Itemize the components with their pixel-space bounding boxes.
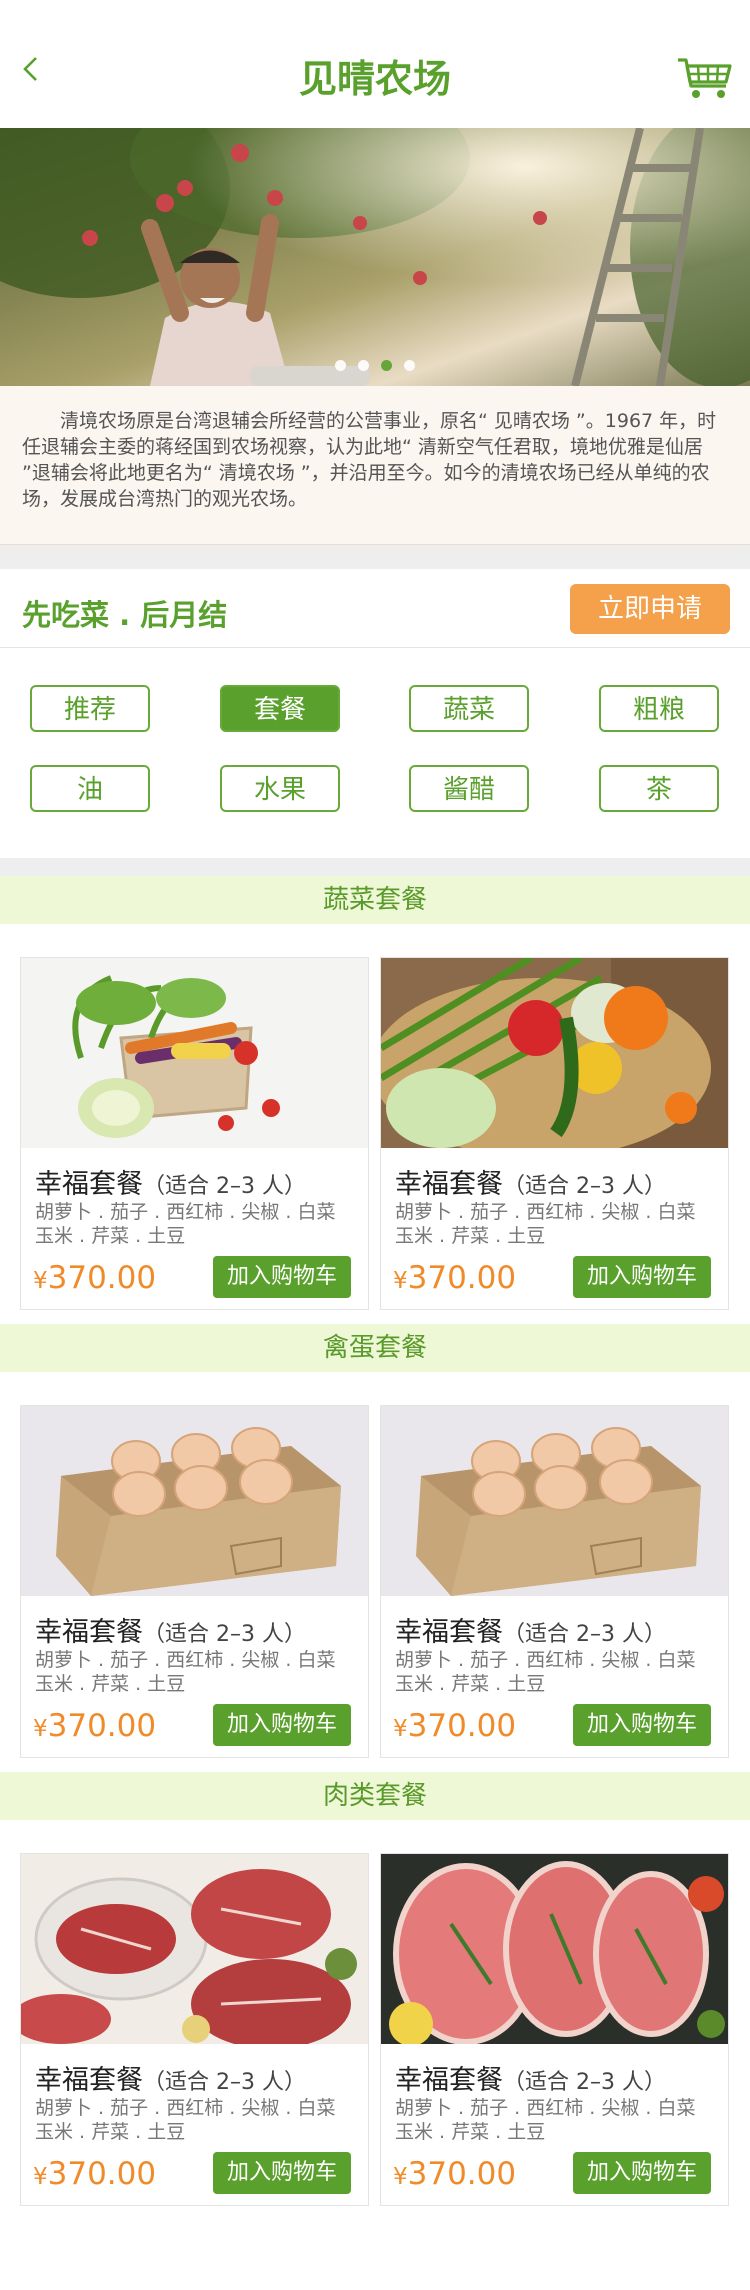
apply-now-button[interactable]: 立即申请 (570, 584, 730, 634)
currency-symbol: ¥ (33, 1716, 48, 1742)
add-to-cart-button[interactable]: 加入购物车 (213, 2152, 351, 2194)
product-title: 幸福套餐 (35, 2065, 143, 2096)
description-line: 玉米 . 芹菜 . 土豆 (35, 1673, 186, 1695)
promo-slogan: 先吃菜 . 后月结 (22, 598, 228, 632)
product-price: ¥370.00 (33, 1260, 156, 1296)
product-image[interactable] (21, 1854, 368, 2044)
product-card[interactable]: 幸福套餐（适合 2–3 人） 胡萝卜 . 茄子 . 西红柿 . 尖椒 . 白菜玉… (20, 1853, 369, 2206)
currency-symbol: ¥ (393, 2164, 408, 2190)
price-value: 370.00 (47, 1708, 157, 1744)
section-header: 禽蛋套餐 (0, 1324, 750, 1372)
description-line: 胡萝卜 . 茄子 . 西红柿 . 尖椒 . 白菜 (35, 2097, 336, 2119)
category-tab[interactable]: 推荐 (30, 685, 150, 732)
add-to-cart-button[interactable]: 加入购物车 (573, 2152, 711, 2194)
product-title: 幸福套餐 (395, 1169, 503, 1200)
divider (0, 545, 750, 569)
product-description: 胡萝卜 . 茄子 . 西红柿 . 尖椒 . 白菜 玉米 . 芹菜 . 土豆 (35, 1648, 365, 1696)
product-image[interactable] (21, 1406, 368, 1596)
product-serving: （适合 2–3 人） (143, 1622, 306, 1647)
banner-dot[interactable] (358, 360, 369, 371)
product-description: 胡萝卜 . 茄子 . 西红柿 . 尖椒 . 白菜 玉米 . 芹菜 . 土豆 (35, 2096, 365, 2144)
product-name: 幸福套餐（适合 2–3 人） (395, 1162, 666, 1201)
category-tab[interactable]: 套餐 (220, 685, 340, 732)
product-title: 幸福套餐 (395, 2065, 503, 2096)
product-price: ¥370.00 (33, 1708, 156, 1744)
price-value: 370.00 (407, 1708, 517, 1744)
product-name: 幸福套餐（适合 2–3 人） (395, 1610, 666, 1649)
section-header: 肉类套餐 (0, 1772, 750, 1820)
product-image[interactable] (21, 958, 368, 1148)
product-card[interactable]: 幸福套餐（适合 2–3 人） 胡萝卜 . 茄子 . 西红柿 . 尖椒 . 白菜玉… (380, 957, 729, 1310)
product-name: 幸福套餐（适合 2–3 人） (395, 2058, 666, 2097)
banner-pagination (0, 356, 750, 375)
category-tab[interactable]: 酱醋 (409, 765, 529, 812)
category-tab[interactable]: 油 (30, 765, 150, 812)
hero-banner[interactable] (0, 128, 750, 386)
product-card[interactable]: 幸福套餐（适合 2–3 人） 胡萝卜 . 茄子 . 西红柿 . 尖椒 . 白菜玉… (20, 957, 369, 1310)
product-description: 胡萝卜 . 茄子 . 西红柿 . 尖椒 . 白菜 玉米 . 芹菜 . 土豆 (35, 1200, 365, 1248)
description-line: 玉米 . 芹菜 . 土豆 (395, 1673, 546, 1695)
product-name: 幸福套餐（适合 2–3 人） (35, 2058, 306, 2097)
description-line: 胡萝卜 . 茄子 . 西红柿 . 尖椒 . 白菜 (395, 1649, 696, 1671)
product-description: 胡萝卜 . 茄子 . 西红柿 . 尖椒 . 白菜 玉米 . 芹菜 . 土豆 (395, 1648, 725, 1696)
shopping-cart-icon[interactable] (676, 54, 734, 100)
banner-dot[interactable] (381, 360, 392, 371)
product-serving: （适合 2–3 人） (143, 2070, 306, 2095)
product-price: ¥370.00 (393, 1260, 516, 1296)
product-image[interactable] (381, 958, 728, 1148)
product-price: ¥370.00 (393, 2156, 516, 2192)
product-description: 胡萝卜 . 茄子 . 西红柿 . 尖椒 . 白菜 玉米 . 芹菜 . 土豆 (395, 2096, 725, 2144)
description-line: 玉米 . 芹菜 . 土豆 (395, 2121, 546, 2143)
orchard-photo (0, 128, 750, 386)
price-value: 370.00 (47, 1260, 157, 1296)
add-to-cart-button[interactable]: 加入购物车 (213, 1256, 351, 1298)
product-serving: （适合 2–3 人） (503, 1174, 666, 1199)
product-description: 胡萝卜 . 茄子 . 西红柿 . 尖椒 . 白菜 玉米 . 芹菜 . 土豆 (395, 1200, 725, 1248)
add-to-cart-button[interactable]: 加入购物车 (573, 1704, 711, 1746)
category-tab[interactable]: 茶 (599, 765, 719, 812)
farm-intro: 清境农场原是台湾退辅会所经营的公营事业，原名“ 见晴农场 ”。1967 年，时任… (0, 386, 750, 545)
description-line: 玉米 . 芹菜 . 土豆 (395, 1225, 546, 1247)
product-price: ¥370.00 (393, 1708, 516, 1744)
product-name: 幸福套餐（适合 2–3 人） (35, 1162, 306, 1201)
currency-symbol: ¥ (33, 1268, 48, 1294)
banner-dot[interactable] (404, 360, 415, 371)
category-tab[interactable]: 水果 (220, 765, 340, 812)
description-line: 胡萝卜 . 茄子 . 西红柿 . 尖椒 . 白菜 (35, 1201, 336, 1223)
add-to-cart-button[interactable]: 加入购物车 (573, 1256, 711, 1298)
intro-text: 清境农场原是台湾退辅会所经营的公营事业，原名“ 见晴农场 ”。1967 年，时任… (22, 410, 717, 510)
product-serving: （适合 2–3 人） (503, 2070, 666, 2095)
currency-symbol: ¥ (33, 2164, 48, 2190)
description-line: 胡萝卜 . 茄子 . 西红柿 . 尖椒 . 白菜 (395, 1201, 696, 1223)
product-card[interactable]: 幸福套餐（适合 2–3 人） 胡萝卜 . 茄子 . 西红柿 . 尖椒 . 白菜玉… (380, 1853, 729, 2206)
category-grid (0, 648, 750, 856)
price-value: 370.00 (47, 2156, 157, 2192)
description-line: 胡萝卜 . 茄子 . 西红柿 . 尖椒 . 白菜 (395, 2097, 696, 2119)
category-tab[interactable]: 蔬菜 (409, 685, 529, 732)
product-card[interactable]: 幸福套餐（适合 2–3 人） 胡萝卜 . 茄子 . 西红柿 . 尖椒 . 白菜玉… (20, 1405, 369, 1758)
product-card[interactable]: 幸福套餐（适合 2–3 人） 胡萝卜 . 茄子 . 西红柿 . 尖椒 . 白菜玉… (380, 1405, 729, 1758)
description-line: 玉米 . 芹菜 . 土豆 (35, 2121, 186, 2143)
currency-symbol: ¥ (393, 1716, 408, 1742)
product-serving: （适合 2–3 人） (503, 1622, 666, 1647)
product-title: 幸福套餐 (35, 1169, 143, 1200)
product-title: 幸福套餐 (35, 1617, 143, 1648)
price-value: 370.00 (407, 1260, 517, 1296)
section-header: 蔬菜套餐 (0, 876, 750, 924)
description-line: 玉米 . 芹菜 . 土豆 (35, 1225, 186, 1247)
divider (0, 858, 750, 878)
description-line: 胡萝卜 . 茄子 . 西红柿 . 尖椒 . 白菜 (35, 1649, 336, 1671)
page-title: 见晴农场 (298, 57, 451, 101)
product-image[interactable] (381, 1406, 728, 1596)
product-name: 幸福套餐（适合 2–3 人） (35, 1610, 306, 1649)
product-image[interactable] (381, 1854, 728, 2044)
add-to-cart-button[interactable]: 加入购物车 (213, 1704, 351, 1746)
product-title: 幸福套餐 (395, 1617, 503, 1648)
product-price: ¥370.00 (33, 2156, 156, 2192)
price-value: 370.00 (407, 2156, 517, 2192)
product-serving: （适合 2–3 人） (143, 1174, 306, 1199)
category-tab[interactable]: 粗粮 (599, 685, 719, 732)
banner-dot[interactable] (335, 360, 346, 371)
currency-symbol: ¥ (393, 1268, 408, 1294)
